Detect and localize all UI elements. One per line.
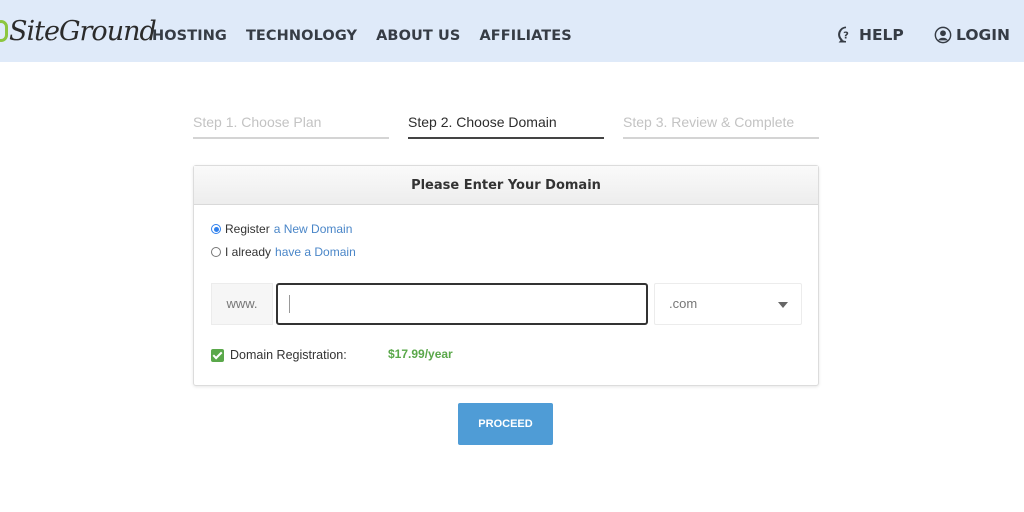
step-review-complete: Step 3. Review & Complete bbox=[623, 114, 819, 139]
domain-registration-checkbox[interactable] bbox=[211, 348, 224, 362]
dropdown-arrow-icon bbox=[778, 302, 788, 308]
login-label: LOGIN bbox=[956, 26, 1010, 44]
help-bubble-icon: ? bbox=[838, 26, 849, 43]
option-existing-domain[interactable]: I already have a Domain bbox=[211, 245, 356, 259]
logo-mark-icon bbox=[0, 20, 8, 42]
help-label: HELP bbox=[859, 26, 904, 44]
nav-hosting[interactable]: HOSTING bbox=[152, 28, 227, 44]
nav-technology[interactable]: TECHNOLOGY bbox=[246, 28, 357, 44]
option-prefix: Register bbox=[225, 222, 270, 236]
card-title: Please Enter Your Domain bbox=[194, 166, 818, 205]
www-prefix: www. bbox=[211, 283, 273, 325]
domain-name-input[interactable] bbox=[276, 283, 648, 325]
checkout-steps: Step 1. Choose Plan Step 2. Choose Domai… bbox=[193, 114, 819, 139]
radio-register[interactable] bbox=[211, 224, 221, 234]
proceed-button[interactable]: PROCEED bbox=[458, 403, 553, 445]
option-register-new-domain[interactable]: Register a New Domain bbox=[211, 222, 352, 236]
domain-registration-row: Domain Registration: bbox=[211, 348, 347, 362]
domain-registration-price: $17.99/year bbox=[388, 347, 453, 361]
domain-registration-label: Domain Registration: bbox=[230, 348, 347, 362]
nav-about-us[interactable]: ABOUT US bbox=[376, 28, 460, 44]
top-navigation-bar: SiteGround HOSTING TECHNOLOGY ABOUT US A… bbox=[0, 0, 1024, 62]
step-choose-plan[interactable]: Step 1. Choose Plan bbox=[193, 114, 389, 139]
tld-select[interactable]: .com bbox=[654, 283, 802, 325]
user-account-icon bbox=[934, 26, 952, 44]
radio-existing[interactable] bbox=[211, 247, 221, 257]
option-prefix: I already bbox=[225, 245, 272, 259]
option-link[interactable]: a New Domain bbox=[274, 222, 353, 236]
login-link[interactable]: LOGIN bbox=[934, 26, 1010, 44]
step-choose-domain: Step 2. Choose Domain bbox=[408, 114, 604, 139]
help-link[interactable]: ? HELP bbox=[837, 26, 904, 44]
tld-selected-value: .com bbox=[669, 296, 698, 311]
logo-text: SiteGround bbox=[9, 15, 157, 47]
siteground-logo[interactable]: SiteGround bbox=[0, 14, 157, 48]
domain-card: Please Enter Your Domain Register a New … bbox=[193, 165, 819, 386]
text-cursor bbox=[289, 295, 290, 313]
main-nav: HOSTING TECHNOLOGY ABOUT US AFFILIATES bbox=[152, 28, 591, 44]
svg-text:?: ? bbox=[843, 31, 849, 42]
nav-affiliates[interactable]: AFFILIATES bbox=[479, 28, 571, 44]
option-link[interactable]: have a Domain bbox=[275, 245, 356, 259]
